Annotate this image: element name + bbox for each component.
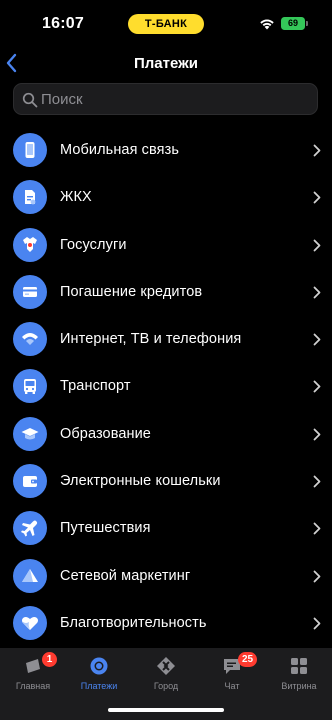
nav-header: Платежи [0,46,332,82]
chevron-right-icon [313,522,321,535]
wifi-signal-icon [260,19,274,30]
chevron-right-icon [313,570,321,583]
search-icon [22,92,38,108]
category-label: Погашение кредитов [60,283,203,300]
chevron-right-icon [313,381,321,393]
tab-home[interactable]: 1 Главная [0,648,66,698]
house-bill-icon [13,180,47,215]
category-row-mobile[interactable]: Мобильная связь [0,127,332,174]
tab-label: Платежи [80,681,118,691]
search-input[interactable] [41,84,311,114]
home-card-icon [26,659,40,673]
city-diamond-icon [157,657,175,675]
chevron-right-icon [313,144,321,157]
heart-icon [13,605,47,640]
category-row-network-marketing[interactable]: Сетевой маркетинг [0,553,332,600]
category-row-internet[interactable]: Интернет, ТВ и телефония [0,316,332,363]
chevron-right-icon [313,475,321,488]
airplane-icon [13,511,47,546]
pyramid-icon [13,558,47,593]
tab-chat[interactable]: 25 Чат [199,648,265,698]
category-label: Электронные кошельки [60,473,221,490]
tab-payments[interactable]: Платежи [66,648,132,698]
category-label: Транспорт [60,378,131,395]
grid-icon [291,658,307,674]
phone-icon [13,133,47,167]
category-row-charity[interactable]: Благотворительность [0,600,332,647]
bus-icon [13,369,47,404]
wallet-icon [13,464,47,499]
chevron-right-icon [313,239,321,251]
credit-card-icon [13,274,47,309]
category-label: Образование [60,425,151,442]
tab-label: Чат [224,681,240,691]
page-title: Платежи [134,55,198,72]
payment-categories-list: Мобильная связь ЖКХ Госуслуги Погашение … [0,127,332,647]
category-row-loans[interactable]: Погашение кредитов [0,269,332,316]
bank-logo-pill: Т-БАНК [128,14,204,34]
chevron-right-icon [313,191,321,204]
graduation-cap-icon [13,416,47,451]
home-indicator[interactable] [108,708,224,712]
status-time: 16:07 [42,15,84,32]
category-label: Госуслуги [60,236,127,253]
eagle-emblem-icon [13,227,47,262]
category-label: Благотворительность [60,614,207,631]
tab-label: Витрина [281,681,317,691]
category-row-transport[interactable]: Транспорт [0,363,332,410]
category-label: Сетевой маркетинг [60,567,191,584]
category-label: ЖКХ [60,189,92,206]
category-row-gosuslugi[interactable]: Госуслуги [0,222,332,269]
tab-label: Главная [15,681,51,691]
chevron-right-icon [313,286,321,299]
status-bar: 16:07 Т-БАНК 69 [0,0,332,46]
battery-icon: 69 [281,17,308,30]
category-row-travel[interactable]: Путешествия [0,505,332,552]
notification-badge: 25 [238,652,258,667]
tab-showcase[interactable]: Витрина [266,648,332,698]
category-row-ewallets[interactable]: Электронные кошельки [0,458,332,505]
category-label: Путешествия [60,520,151,537]
category-label: Мобильная связь [60,142,180,158]
search-bar[interactable] [13,83,318,115]
wifi-icon [13,322,47,357]
category-row-education[interactable]: Образование [0,411,332,458]
chevron-right-icon [313,428,321,441]
category-label: Интернет, ТВ и телефония [60,331,242,348]
notification-badge: 1 [42,652,57,667]
chevron-right-icon [313,617,321,630]
tab-label: Город [153,681,179,691]
payments-circle-icon [90,657,108,675]
tab-city[interactable]: Город [133,648,199,698]
category-row-utilities[interactable]: ЖКХ [0,174,332,221]
chevron-right-icon [313,333,321,346]
